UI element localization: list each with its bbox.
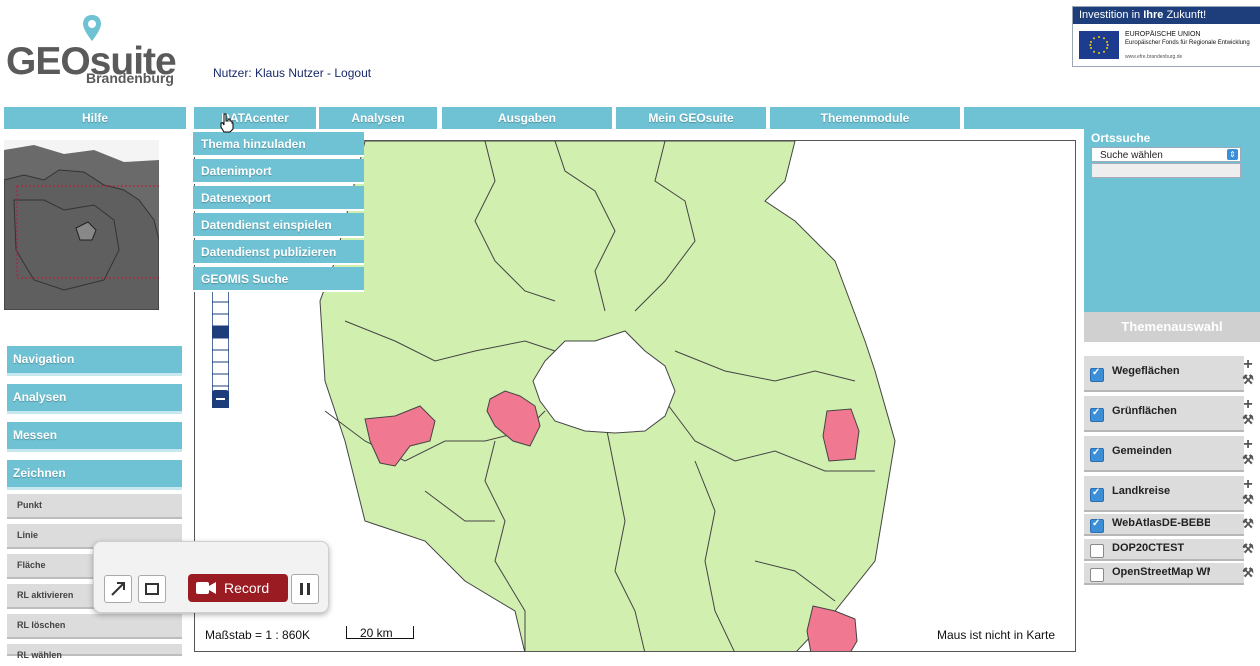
eu-line-1: EUROPÄISCHE UNION [1125, 31, 1201, 38]
nav-ausgaben[interactable]: Ausgaben [442, 107, 612, 129]
mouse-status: Maus ist nicht in Karte [937, 628, 1056, 642]
arrow-icon [111, 582, 125, 596]
panel-messen[interactable]: Messen [7, 422, 182, 452]
user-logout-line[interactable]: Nutzer: Klaus Nutzer - Logout [213, 66, 371, 80]
record-label: Record [224, 580, 270, 596]
search-select-value: Suche wählen [1100, 150, 1163, 161]
search-input[interactable] [1091, 163, 1241, 178]
pause-button[interactable] [291, 574, 319, 604]
layer-row[interactable]: OpenStreetMap WMS ⚒ [1084, 563, 1254, 585]
themenauswahl-header[interactable]: Themenauswahl [1084, 312, 1260, 342]
eu-line-2: Europäischer Fonds für Regionale Entwick… [1125, 40, 1250, 46]
logo-subtitle: Brandenburg [86, 70, 174, 86]
overview-map-graphic [4, 140, 159, 310]
layer-tools-icon[interactable]: ⚒ [1238, 412, 1258, 428]
panel-analysen[interactable]: Analysen [7, 384, 182, 414]
scale-bar-label: 20 km [360, 626, 393, 640]
layer-checkbox[interactable] [1090, 407, 1104, 422]
search-type-select[interactable]: Suche wählen ⇕ [1091, 147, 1241, 162]
layer-tools-icon[interactable]: ⚒ [1238, 452, 1258, 468]
nav-filler [964, 107, 1260, 129]
nav-themenmodule[interactable]: Themenmodule [770, 107, 960, 129]
draw-rl-loeschen[interactable]: RL löschen [7, 614, 182, 639]
layer-row[interactable]: WebAtlasDE-BEBB ⚒ [1084, 514, 1254, 536]
video-camera-icon [196, 582, 216, 594]
layer-tools-icon[interactable]: ⚒ [1238, 516, 1258, 532]
rectangle-tool-button[interactable] [138, 575, 166, 603]
layer-row[interactable]: Wegeflächen + ⚒ [1084, 356, 1254, 392]
layer-label: WebAtlasDE-BEBB [1112, 517, 1210, 529]
layer-checkbox[interactable] [1090, 544, 1104, 558]
eu-headline-prefix: Investition in [1079, 9, 1144, 21]
menu-datenimport[interactable]: Datenimport [193, 159, 364, 184]
layer-tools-icon[interactable]: ⚒ [1238, 541, 1258, 557]
eu-banner-headline: Investition in Ihre Zukunft! [1073, 7, 1260, 24]
layer-tools-icon[interactable]: ⚒ [1238, 372, 1258, 388]
menu-datendienst-einspielen[interactable]: Datendienst einspielen [193, 213, 364, 238]
eu-line-3: www.efre.brandenburg.de [1125, 54, 1183, 60]
layer-checkbox[interactable] [1090, 568, 1104, 582]
layer-row[interactable]: Landkreise + ⚒ [1084, 476, 1254, 512]
layer-checkbox[interactable] [1090, 487, 1104, 502]
screen-recorder-panel: Record [93, 541, 329, 613]
ortssuche-title: Ortssuche [1091, 131, 1151, 145]
layer-checkbox[interactable] [1090, 518, 1104, 533]
record-button[interactable]: Record [188, 574, 288, 602]
layer-label: DOP20CTEST [1112, 542, 1185, 554]
menu-datendienst-publizieren[interactable]: Datendienst publizieren [193, 240, 364, 265]
layer-label: Gemeinden [1112, 445, 1172, 457]
eu-headline-suffix: Zukunft! [1163, 9, 1207, 21]
nav-analysen[interactable]: Analysen [319, 107, 437, 129]
layer-label: Wegeflächen [1112, 365, 1180, 377]
map-pin-icon [83, 15, 101, 41]
layer-row[interactable]: Gemeinden + ⚒ [1084, 436, 1254, 472]
eu-headline-bold: Ihre [1143, 9, 1164, 21]
menu-thema-hinzuladen[interactable]: Thema hinzuladen [193, 132, 364, 157]
layer-label: Landkreise [1112, 485, 1171, 497]
hand-cursor-icon [220, 113, 234, 133]
pause-icon [300, 583, 310, 595]
draw-punkt[interactable]: Punkt [7, 494, 182, 519]
layer-checkbox[interactable] [1090, 447, 1104, 462]
menu-datenexport[interactable]: Datenexport [193, 186, 364, 211]
layer-label: OpenStreetMap WMS [1112, 566, 1210, 578]
arrow-tool-button[interactable] [104, 575, 132, 603]
draw-rl-waehlen[interactable]: RL wählen [7, 644, 182, 660]
layer-label: Grünflächen [1112, 405, 1177, 417]
eu-funding-banner[interactable]: Investition in Ihre Zukunft! EUROPÄISCHE… [1072, 6, 1260, 67]
menu-geomis-suche[interactable]: GEOMIS Suche [193, 267, 364, 292]
geosuite-logo[interactable]: GEOsuite Brandenburg [6, 10, 196, 90]
panel-navigation[interactable]: Navigation [7, 346, 182, 376]
layer-tools-icon[interactable]: ⚒ [1238, 492, 1258, 508]
layer-checkbox[interactable] [1090, 367, 1104, 382]
eu-flag-icon [1079, 31, 1119, 59]
layer-row[interactable]: Grünflächen + ⚒ [1084, 396, 1254, 432]
nav-datacenter[interactable]: DATAcenter [194, 107, 316, 129]
chevron-updown-icon: ⇕ [1227, 149, 1238, 160]
zoom-slider[interactable] [212, 290, 229, 408]
panel-zeichnen[interactable]: Zeichnen [7, 460, 182, 490]
nav-hilfe[interactable]: Hilfe [4, 107, 186, 129]
layer-tools-icon[interactable]: ⚒ [1238, 565, 1258, 581]
rectangle-icon [145, 583, 159, 595]
layer-row[interactable]: DOP20CTEST ⚒ [1084, 539, 1254, 561]
scale-label: Maßstab = 1 : 860K [205, 628, 311, 642]
overview-map[interactable] [4, 140, 159, 310]
nav-mein-geosuite[interactable]: Mein GEOsuite [616, 107, 766, 129]
